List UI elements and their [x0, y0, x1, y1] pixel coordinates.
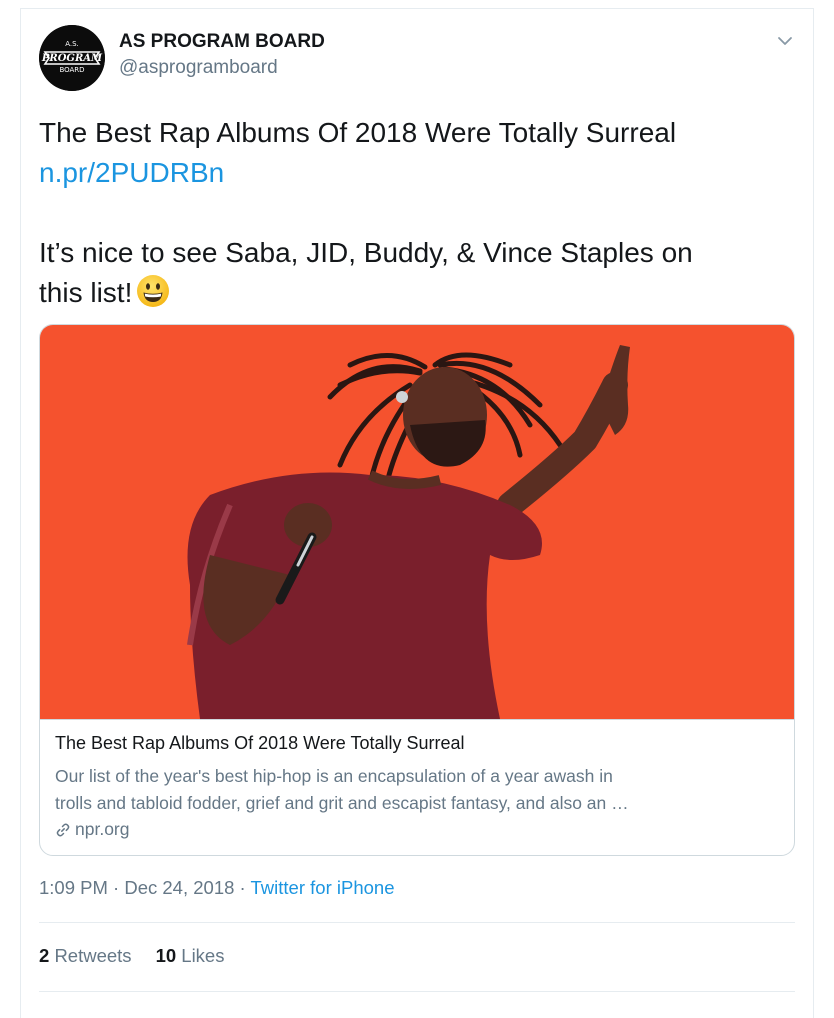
tweet-text-line: The Best Rap Albums Of 2018 Were Totally… — [39, 117, 677, 148]
link-preview-card[interactable]: The Best Rap Albums Of 2018 Were Totally… — [39, 324, 795, 856]
avatar-logo-text-mid: PROGRAM — [41, 53, 103, 64]
link-icon — [56, 823, 70, 837]
meta-separator: · — [107, 877, 125, 898]
divider — [39, 991, 795, 992]
tweet-stats: 2 Retweets 10 Likes — [39, 945, 248, 967]
user-handle[interactable]: @asprogramboard — [119, 57, 278, 79]
avatar-logo-text-top: A.S. — [65, 40, 79, 48]
likes-count: 10 — [155, 945, 177, 966]
tweet-text: The Best Rap Albums Of 2018 Were Totally… — [39, 113, 789, 313]
card-description-line: Our list of the year's best hip-hop is a… — [55, 766, 613, 786]
card-title[interactable]: The Best Rap Albums Of 2018 Were Totally… — [55, 733, 465, 754]
card-domain-text: npr.org — [75, 819, 130, 839]
card-domain[interactable]: npr.org — [55, 819, 129, 840]
tweet-link[interactable]: n.pr/2PUDRBn — [39, 153, 789, 193]
tweet-time[interactable]: 1:09 PM — [39, 877, 108, 898]
card-image[interactable] — [40, 325, 794, 720]
card-description: Our list of the year's best hip-hop is a… — [55, 763, 781, 817]
tweet-source-link[interactable]: Twitter for iPhone — [251, 877, 395, 898]
likes-label: Likes — [181, 945, 225, 966]
retweets-stat[interactable]: 2 Retweets — [39, 945, 132, 966]
tweet-card: A.S. PROGRAM BOARD AS PROGRAM BOARD @asp… — [20, 8, 814, 1018]
tweet-date[interactable]: Dec 24, 2018 — [124, 877, 234, 898]
tweet-text-spacer — [39, 193, 789, 233]
avatar-logo-text-bot: BOARD — [59, 66, 84, 74]
meta-separator: · — [234, 877, 251, 898]
retweets-count: 2 — [39, 945, 50, 966]
tweet-text-last-line: this list! — [39, 273, 789, 313]
grinning-face-emoji-icon — [136, 274, 170, 308]
chevron-down-icon[interactable] — [775, 31, 795, 51]
tweet-text-line: It’s nice to see Saba, JID, Buddy, & Vin… — [39, 237, 693, 268]
display-name[interactable]: AS PROGRAM BOARD — [119, 31, 325, 53]
program-board-logo: A.S. PROGRAM BOARD — [39, 25, 105, 91]
tweet-meta: 1:09 PM · Dec 24, 2018 · Twitter for iPh… — [39, 877, 394, 899]
likes-stat[interactable]: 10 Likes — [156, 945, 225, 966]
divider — [39, 922, 795, 923]
tweet-text-line: this list! — [39, 277, 133, 308]
card-description-line: trolls and tabloid fodder, grief and gri… — [55, 793, 629, 813]
retweets-label: Retweets — [54, 945, 132, 966]
avatar[interactable]: A.S. PROGRAM BOARD — [39, 25, 105, 91]
